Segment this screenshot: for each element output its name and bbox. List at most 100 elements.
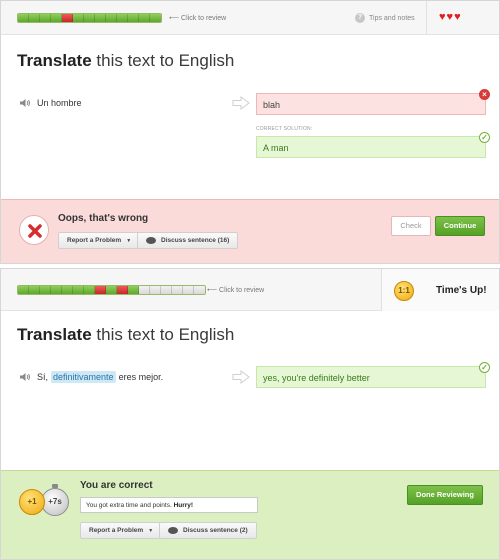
progress-segment-correct [106, 14, 117, 22]
check-icon: ✓ [479, 362, 490, 373]
right-arrow-icon [232, 370, 250, 384]
progress-segment-correct [150, 14, 161, 22]
discuss-label: Discuss sentence (16) [161, 237, 230, 244]
prompt-text-before: Sí, [37, 372, 49, 382]
progress-segment-correct [62, 286, 73, 294]
left-arrow-icon: ⟵ [169, 15, 180, 22]
prompt-text-after: eres mejor. [118, 372, 164, 382]
check-icon: ✓ [479, 132, 490, 143]
answer-input[interactable]: yes, you're definitely better ✓ [256, 362, 490, 388]
progress-segment-correct [40, 286, 51, 294]
heart-icon: ♥ [439, 11, 446, 23]
progress-segment-empty [161, 286, 172, 294]
page-title: Translate this text to English [17, 325, 234, 345]
highlighted-word[interactable]: definitivamente [51, 371, 116, 383]
progress-segment-correct [128, 14, 139, 22]
progress-segment-empty [172, 286, 183, 294]
divider [426, 1, 427, 35]
correct-solution-box: A man ✓ [256, 132, 490, 158]
status-title: You are correct [80, 480, 153, 491]
heart-icon: ♥ [446, 11, 454, 23]
speech-bubble-icon [146, 237, 156, 244]
timer-coin-icon: 1:1 [394, 281, 414, 301]
right-arrow-icon [232, 96, 250, 110]
wrong-status-icon [19, 215, 49, 245]
progress-segment-correct [51, 286, 62, 294]
progress-segment-correct [29, 14, 40, 22]
stopwatch-icon: +7s [41, 488, 69, 516]
correct-solution-text: A man [263, 143, 289, 153]
review-label: Click to review [219, 287, 265, 294]
caret-down-icon: ▼ [148, 527, 154, 534]
coin-icon: +1 [19, 489, 45, 515]
progress-bar[interactable] [17, 13, 162, 23]
feedback-footer: +1 +7s You are correct You got extra tim… [1, 470, 499, 559]
feedback-text: You got extra time and points. [86, 502, 172, 509]
answer-text: yes, you're definitely better [263, 373, 370, 383]
report-label: Report a Problem [89, 527, 144, 534]
feedback-footer: Oops, that's wrong Report a Problem ▼ Dis… [1, 199, 499, 263]
progress-segment-correct [29, 286, 40, 294]
caret-down-icon: ▼ [126, 237, 132, 244]
click-to-review[interactable]: ⟵ Click to review [207, 286, 264, 294]
tips-and-notes-link[interactable]: ? Tips and notes [355, 13, 415, 23]
prompt-text: Un hombre [37, 98, 82, 108]
status-title: Oops, that's wrong [58, 213, 149, 224]
top-bar: ⟵ Click to review 1:1 Time's Up! [1, 269, 499, 311]
click-to-review[interactable]: ⟵ Click to review [169, 14, 226, 22]
progress-segment-correct [73, 14, 84, 22]
progress-segment-correct [139, 14, 150, 22]
progress-segment-correct [117, 14, 128, 22]
x-mark-icon [28, 224, 42, 238]
correct-answer-screen: ⟵ Click to review 1:1 Time's Up! Translat… [0, 268, 500, 560]
correct-solution-label: CORRECT SOLUTION: [256, 126, 313, 132]
progress-segment-correct [95, 14, 106, 22]
source-sentence: Sí, definitivamente eres mejor. [19, 371, 163, 383]
times-up-label: Time's Up! [436, 285, 487, 296]
progress-segment-correct [73, 286, 84, 294]
times-up-panel: 1:1 Time's Up! [381, 269, 499, 311]
title-bold: Translate [17, 325, 92, 344]
progress-segment-empty [183, 286, 194, 294]
check-button[interactable]: Check [391, 216, 431, 236]
progress-segment-empty [139, 286, 150, 294]
wrong-answer-screen: ⟵ Click to review ? Tips and notes ♥ ♥ ♥ T… [0, 0, 500, 264]
progress-segment-wrong [95, 286, 106, 294]
report-label: Report a Problem [67, 237, 122, 244]
report-problem-button[interactable]: Report a Problem ▼ [80, 522, 163, 539]
speech-bubble-icon [168, 527, 178, 534]
progress-segment-empty [194, 286, 205, 294]
heart-icon: ♥ [454, 11, 461, 23]
progress-segment-correct [51, 14, 62, 22]
report-problem-button[interactable]: Report a Problem ▼ [58, 232, 141, 249]
progress-segment-correct [18, 14, 29, 22]
feedback-bold: Hurry! [173, 502, 194, 509]
speaker-icon[interactable] [19, 372, 31, 382]
question-icon: ? [355, 13, 365, 23]
source-sentence: Un hombre [19, 98, 82, 108]
discuss-sentence-button[interactable]: Discuss sentence (16) [137, 232, 239, 249]
continue-button[interactable]: Continue [435, 216, 485, 236]
progress-segment-correct [84, 14, 95, 22]
tips-label: Tips and notes [369, 14, 415, 22]
discuss-label: Discuss sentence (2) [183, 527, 248, 534]
discuss-sentence-button[interactable]: Discuss sentence (2) [159, 522, 257, 539]
progress-segment-correct [128, 286, 139, 294]
done-reviewing-button[interactable]: Done Reviewing [407, 485, 483, 505]
title-rest: this text to English [96, 325, 235, 344]
page-title: Translate this text to English [17, 51, 234, 71]
title-bold: Translate [17, 51, 92, 70]
answer-input[interactable]: blah × [256, 89, 490, 115]
progress-segment-wrong [62, 14, 73, 22]
review-label: Click to review [181, 15, 227, 22]
feedback-message: You got extra time and points. Hurry! [80, 497, 258, 513]
hearts: ♥ ♥ ♥ [439, 12, 461, 23]
progress-segment-correct [40, 14, 51, 22]
progress-segment-correct [18, 286, 29, 294]
progress-bar[interactable] [17, 285, 206, 295]
progress-segment-empty [150, 286, 161, 294]
speaker-icon[interactable] [19, 98, 31, 108]
top-bar: ⟵ Click to review ? Tips and notes ♥ ♥ ♥ [1, 1, 499, 35]
title-rest: this text to English [96, 51, 235, 70]
close-icon: × [479, 89, 490, 100]
